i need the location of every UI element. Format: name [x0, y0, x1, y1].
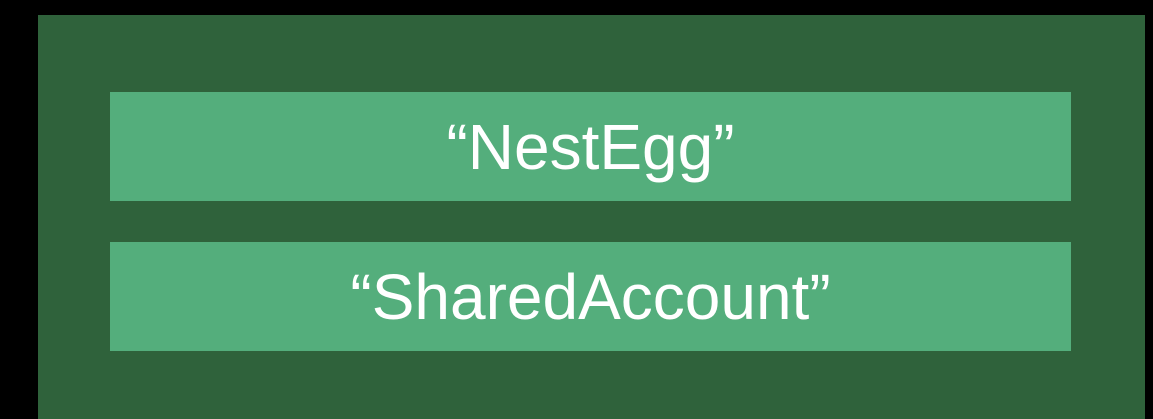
- item-box-sharedaccount: “SharedAccount”: [110, 242, 1071, 351]
- container-box: “NestEgg” “SharedAccount”: [38, 15, 1145, 419]
- slide-canvas: “NestEgg” “SharedAccount”: [0, 0, 1153, 419]
- item-box-nestegg: “NestEgg”: [110, 92, 1071, 201]
- item-label-nestegg: “NestEgg”: [446, 110, 735, 183]
- item-label-sharedaccount: “SharedAccount”: [350, 260, 831, 333]
